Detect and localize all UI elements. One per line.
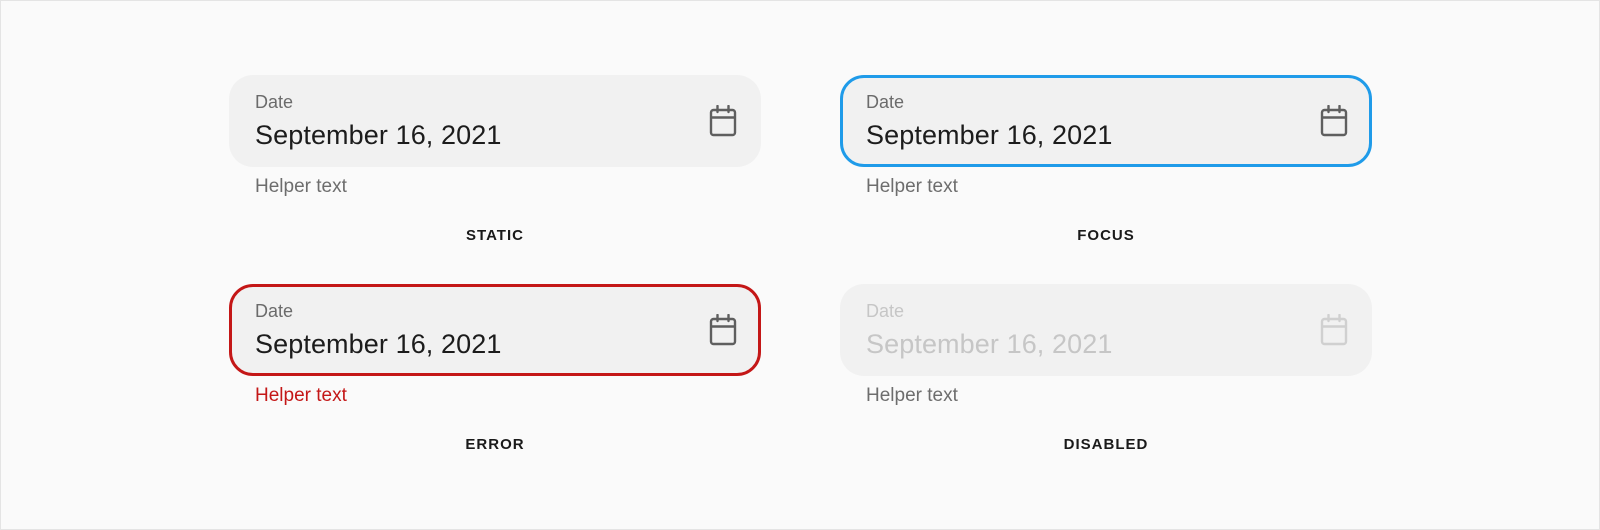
calendar-icon[interactable]: [709, 313, 737, 346]
date-field-value: September 16, 2021: [866, 329, 1113, 359]
calendar-icon[interactable]: [1320, 104, 1348, 137]
canvas: Date September 16, 2021 Helper text STAT…: [0, 0, 1600, 530]
state-caption-static: STATIC: [466, 227, 524, 244]
helper-text: Helper text: [866, 176, 958, 197]
calendar-icon: [1320, 313, 1348, 346]
date-field-label: Date: [255, 92, 294, 112]
date-field-static[interactable]: Date September 16, 2021: [229, 75, 761, 167]
helper-text-error: Helper text: [255, 385, 347, 406]
date-field-value: September 16, 2021: [866, 120, 1113, 150]
date-field-value: September 16, 2021: [255, 329, 502, 359]
date-field-disabled-group: Date September 16, 2021 Helper text DISA…: [840, 284, 1372, 453]
state-caption-disabled: DISABLED: [1063, 436, 1149, 453]
date-field-disabled: Date September 16, 2021: [840, 284, 1372, 376]
state-caption-focus: FOCUS: [1077, 227, 1135, 244]
date-field-label: Date: [866, 301, 905, 321]
date-field-error[interactable]: Date September 16, 2021: [229, 284, 761, 376]
helper-text: Helper text: [866, 385, 958, 406]
date-field-value: September 16, 2021: [255, 120, 502, 150]
date-field-label: Date: [866, 92, 905, 112]
state-caption-error: ERROR: [465, 436, 525, 453]
date-field-static-group: Date September 16, 2021 Helper text STAT…: [229, 75, 761, 244]
date-field-focus-group: Date September 16, 2021 Helper text FOCU…: [840, 75, 1372, 244]
date-field-error-group: Date September 16, 2021 Helper text ERRO…: [229, 284, 761, 453]
date-field-focus[interactable]: Date September 16, 2021: [840, 75, 1372, 167]
calendar-icon[interactable]: [709, 104, 737, 137]
date-field-label: Date: [255, 301, 294, 321]
helper-text: Helper text: [255, 176, 347, 197]
